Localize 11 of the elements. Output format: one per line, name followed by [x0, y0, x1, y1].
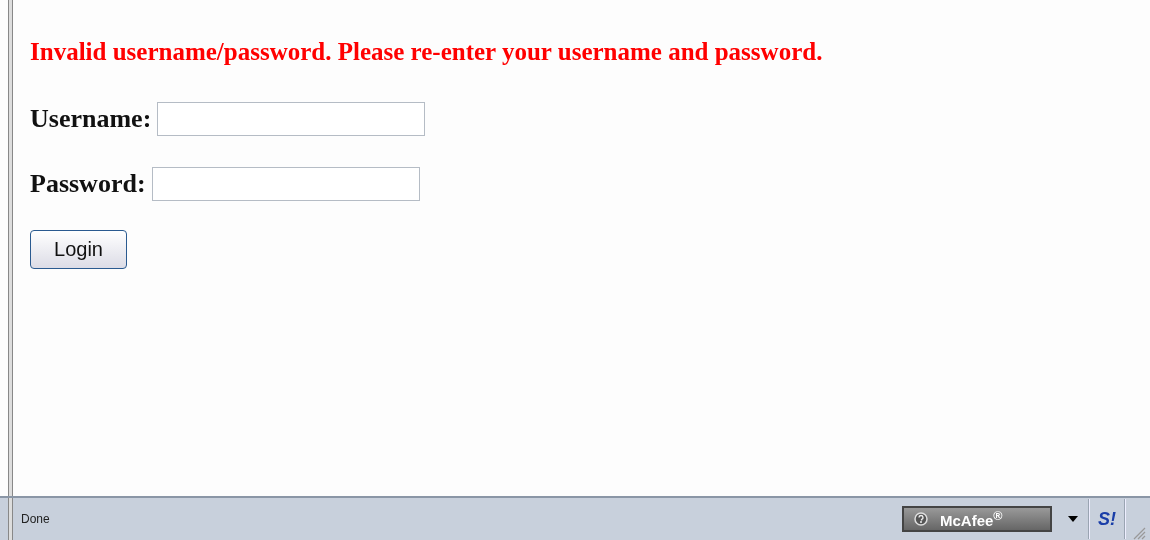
input-field[interactable] — [151, 167, 420, 201]
field-label: Password: — [30, 169, 146, 199]
security-icon[interactable]: S! — [1098, 508, 1116, 530]
mcafee-button[interactable]: McAfee$^{®}$ — [902, 506, 1052, 532]
status-text: Done — [21, 512, 50, 526]
help-icon — [914, 512, 928, 526]
error-message: Invalid username/password. Please re-enter your username and password. — [30, 37, 823, 67]
field-label: Username: — [30, 104, 152, 134]
caret-icon[interactable] — [1068, 516, 1078, 522]
input-field[interactable] — [157, 102, 426, 136]
login-button[interactable]: Login — [30, 230, 127, 269]
